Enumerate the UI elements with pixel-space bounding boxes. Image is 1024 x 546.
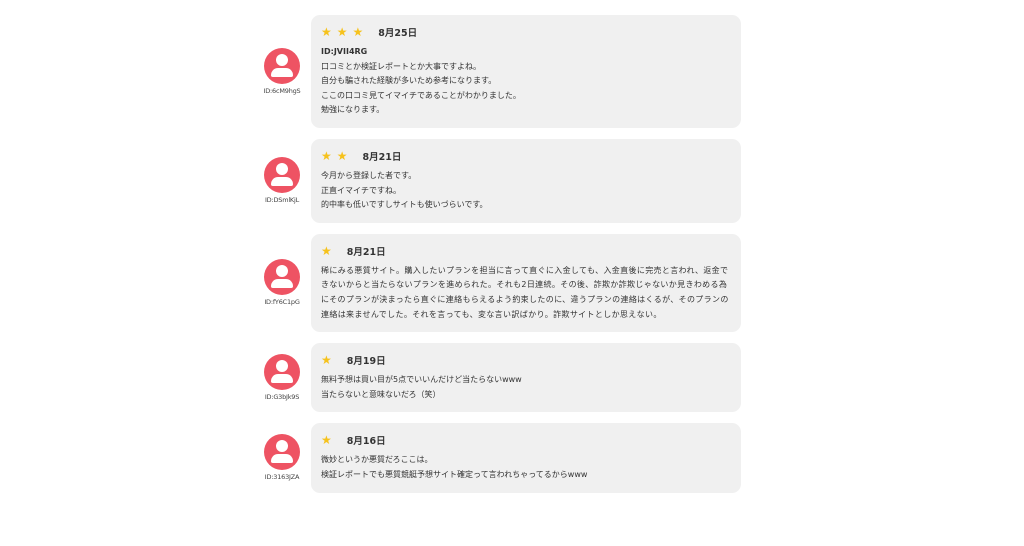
- star-icon: ★: [321, 353, 332, 368]
- star-rating: ★: [321, 434, 337, 446]
- review-line: 的中率も低いですしサイトも使いづらいです。: [321, 200, 488, 210]
- user-avatar-icon: [264, 354, 300, 391]
- review-line: 検証レポートでも悪質競艇予想サイト確定って言われちゃってるからwww: [321, 469, 588, 479]
- review-text: 無料予想は買い目が5点でいいんだけど当たらないwww 当たらないと意味ないだろ（…: [321, 373, 731, 402]
- reviewer: ID:DSmlKjL: [255, 157, 309, 204]
- user-avatar-icon: [264, 259, 300, 296]
- star-rating: ★ ★: [321, 150, 353, 162]
- review-item: ID:fY6C1pG ★ 8月21日 稀にみる悪質サイト。購入したいプランを担当…: [255, 233, 757, 333]
- review-item: ID:3163JZA ★ 8月16日 微妙というか悪質だろここは。 検証レポート…: [255, 423, 757, 493]
- review-item: ID:6cM9hgS ★ ★ ★ 8月25日 ID:JVII4RG 口コミとか検…: [255, 15, 757, 128]
- review-line: ID:JVII4RG: [321, 47, 368, 56]
- review-date: 8月16日: [346, 436, 386, 448]
- review-text: 微妙というか悪質だろここは。 検証レポートでも悪質競艇予想サイト確定って言われち…: [321, 453, 731, 482]
- star-rating: ★: [321, 354, 337, 366]
- review-line: ここの口コミ見てイマイチであることがわかりました。: [321, 90, 521, 100]
- star-icon: ★: [321, 148, 332, 163]
- reviewer: ID:fY6C1pG: [255, 259, 309, 306]
- review-list: ID:6cM9hgS ★ ★ ★ 8月25日 ID:JVII4RG 口コミとか検…: [255, 15, 757, 504]
- review-text: 今月から登録した者です。 正直イマイチですね。 的中率も低いですしサイトも使いづ…: [321, 169, 731, 213]
- reviewer: ID:6cM9hgS: [255, 47, 309, 95]
- review-bubble: ★ 8月19日 無料予想は買い目が5点でいいんだけど当たらないwww 当たらない…: [311, 343, 741, 413]
- reviewer: ID:G3bJk9S: [255, 354, 309, 401]
- star-rating: ★: [321, 245, 337, 257]
- user-avatar-icon: [264, 47, 300, 84]
- reviewer-id: ID:DSmlKjL: [264, 196, 300, 205]
- star-icon: ★: [321, 243, 332, 258]
- reviewer-id: ID:6cM9hgS: [263, 86, 301, 95]
- review-line: 自分も騙された経験が多いため参考になります。: [321, 76, 497, 86]
- user-avatar-icon: [264, 434, 300, 471]
- review-line: 勉強になります。: [321, 105, 385, 115]
- review-item: ID:DSmlKjL ★ ★ 8月21日 今月から登録した者です。 正直イマイチ…: [255, 138, 757, 223]
- review-bubble: ★ 8月16日 微妙というか悪質だろここは。 検証レポートでも悪質競艇予想サイト…: [311, 423, 741, 493]
- review-bubble: ★ 8月21日 稀にみる悪質サイト。購入したいプランを担当に言って直ぐに入金して…: [311, 233, 741, 333]
- review-line: 正直イマイチですね。: [321, 185, 401, 195]
- review-text: 稀にみる悪質サイト。購入したいプランを担当に言って直ぐに入金しても、入金直後に完…: [321, 264, 731, 322]
- review-item: ID:G3bJk9S ★ 8月19日 無料予想は買い目が5点でいいんだけど当たら…: [255, 343, 757, 413]
- star-icon: ★: [336, 25, 348, 39]
- review-paragraph: 稀にみる悪質サイト。購入したいプランを担当に言って直ぐに入金しても、入金直後に完…: [321, 265, 729, 319]
- review-date: 8月21日: [346, 246, 386, 258]
- review-line: 当たらないと意味ないだろ（笑）: [321, 389, 441, 399]
- reviewer-id: ID:G3bJk9S: [264, 393, 300, 402]
- review-line: 今月から登録した者です。: [321, 170, 417, 180]
- star-icon: ★: [321, 25, 332, 39]
- review-bubble: ★ ★ ★ 8月25日 ID:JVII4RG 口コミとか検証レポートとか大事です…: [311, 15, 741, 128]
- user-avatar-icon: [264, 157, 300, 194]
- reviewer-id: ID:3163JZA: [264, 473, 300, 482]
- review-bubble: ★ ★ 8月21日 今月から登録した者です。 正直イマイチですね。 的中率も低い…: [311, 138, 741, 223]
- review-date: 8月21日: [362, 151, 402, 163]
- review-date: 8月19日: [346, 356, 386, 368]
- review-line: 微妙というか悪質だろここは。: [321, 455, 433, 465]
- star-rating: ★ ★ ★: [321, 26, 368, 38]
- review-line: 無料予想は買い目が5点でいいんだけど当たらないwww: [321, 375, 522, 385]
- star-icon: ★: [352, 25, 364, 39]
- reviewer: ID:3163JZA: [255, 434, 309, 481]
- review-line: 口コミとか検証レポートとか大事ですよね。: [321, 61, 481, 71]
- reviewer-id: ID:fY6C1pG: [264, 298, 300, 307]
- review-date: 8月25日: [378, 28, 418, 39]
- star-icon: ★: [321, 433, 332, 448]
- star-icon: ★: [336, 148, 348, 163]
- review-text: ID:JVII4RG 口コミとか検証レポートとか大事ですよね。 自分も騙された経…: [321, 45, 731, 118]
